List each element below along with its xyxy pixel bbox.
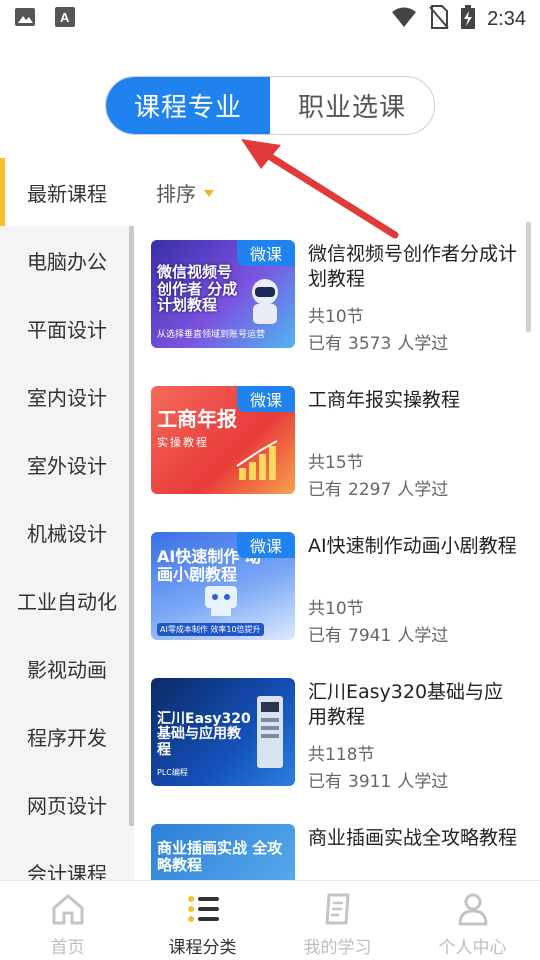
sort-dropdown[interactable]: 排序 <box>156 178 214 207</box>
course-item[interactable]: 工商年报 实操教程 微课 工商年报实操教程 共15节 已有 2297 人学过 <box>151 386 521 500</box>
course-title: 汇川Easy320基础与应用教程 <box>308 681 504 728</box>
thumbnail-title: 汇川Easy320 基础与应用教程 <box>157 711 251 758</box>
course-lessons: 共118节 <box>308 745 375 765</box>
status-bar: A 2:34 <box>0 0 540 36</box>
course-students: 已有 3911 人学过 <box>308 772 449 792</box>
bottom-tab-bar: 首页 课程分类 我的学习 个人中心 <box>0 880 540 960</box>
study-book-icon <box>325 893 349 925</box>
font-app-notification-icon: A <box>54 6 76 32</box>
wifi-icon <box>391 6 417 32</box>
sidebar-item-mechanical-design[interactable]: 机械设计 <box>0 498 134 566</box>
sidebar-item-latest[interactable]: 最新课程 <box>0 158 134 226</box>
course-lessons: 共10节 <box>308 599 364 619</box>
sidebar-item-label: 平面设计 <box>27 317 107 342</box>
thumbnail-subtitle: 实操教程 <box>157 436 209 449</box>
status-time: 2:34 <box>487 7 526 30</box>
course-lessons: 共15节 <box>308 453 364 473</box>
tab-label: 首页 <box>50 938 85 958</box>
sidebar-item-label: 工业自动化 <box>17 589 117 614</box>
course-thumbnail[interactable]: 汇川Easy320 基础与应用教程 PLC编程 <box>151 678 295 786</box>
thumbnail-subtitle: 从选择垂直领域到账号运营 <box>157 330 266 340</box>
thumbnail-title: 微信视频号 创作者 分成计划教程 <box>157 263 238 314</box>
person-icon <box>458 893 487 926</box>
course-students: 已有 2297 人学过 <box>308 480 449 500</box>
sidebar-item-label: 最新课程 <box>27 181 107 206</box>
sidebar-item-label: 程序开发 <box>27 725 107 750</box>
micro-course-badge: 微课 <box>237 386 295 412</box>
course-item[interactable]: 微信视频号 创作者 分成计划教程 从选择垂直领域到账号运营 微课 微信视频号创作… <box>151 240 521 354</box>
micro-course-badge: 微课 <box>237 532 295 558</box>
course-thumbnail[interactable]: 微信视频号 创作者 分成计划教程 从选择垂直领域到账号运营 微课 <box>151 240 295 348</box>
course-students: 已有 7941 人学过 <box>308 626 449 646</box>
course-title: 工商年报实操教程 <box>308 389 461 411</box>
app-screen: A 2:34 课程专业 职业选课 最新课程 电脑办公 平面设计 室内设计 室外设… <box>0 0 540 960</box>
svg-text:A: A <box>60 10 70 25</box>
tab-course-major[interactable]: 课程专业 <box>106 77 270 134</box>
course-thumbnail[interactable]: AI快速制作 动画小剧教程 AI零成本制作 效率10倍提升 微课 <box>151 532 295 640</box>
sidebar-item-industrial-automation[interactable]: 工业自动化 <box>0 566 134 634</box>
sidebar-item-label: 机械设计 <box>27 521 107 546</box>
thumbnail-subtitle: PLC编程 <box>157 768 188 777</box>
thumbnail-title: 商业插画实战 全攻略教程 <box>157 839 283 874</box>
home-icon <box>52 894 83 925</box>
course-mode-toggle: 课程专业 职业选课 <box>105 76 435 135</box>
course-title: 商业插画实战全攻略教程 <box>308 827 518 849</box>
sidebar-item-label: 电脑办公 <box>27 249 107 274</box>
category-sidebar: 最新课程 电脑办公 平面设计 室内设计 室外设计 机械设计 工业自动化 影视动画… <box>0 158 134 880</box>
course-students: 已有 3573 人学过 <box>308 334 449 354</box>
tab-home[interactable]: 首页 <box>0 881 135 960</box>
sidebar-item-animation[interactable]: 影视动画 <box>0 634 134 702</box>
course-thumbnail[interactable]: 工商年报 实操教程 微课 <box>151 386 295 494</box>
plc-device-icon <box>257 696 283 768</box>
sidebar-item-accounting[interactable]: 会计课程 <box>0 838 134 881</box>
sort-label: 排序 <box>156 182 196 206</box>
course-item[interactable]: 商业插画实战 全攻略教程 商业插画实战全攻略教程 <box>151 824 521 880</box>
course-title: AI快速制作动画小剧教程 <box>308 535 517 557</box>
course-list-scrollbar[interactable] <box>526 222 531 332</box>
tab-label: 我的学习 <box>303 938 372 958</box>
tab-profile[interactable]: 个人中心 <box>405 881 540 960</box>
sidebar-item-label: 网页设计 <box>27 793 107 818</box>
growth-chart-icon <box>236 440 278 480</box>
sidebar-item-office[interactable]: 电脑办公 <box>0 226 134 294</box>
battery-charging-icon <box>461 5 476 33</box>
thumbnail-subtitle: AI零成本制作 效率10倍提升 <box>157 623 264 636</box>
course-title: 微信视频号创作者分成计划教程 <box>308 243 518 290</box>
image-notification-icon <box>14 6 36 32</box>
caret-down-icon <box>204 190 214 197</box>
sidebar-item-label: 室外设计 <box>27 453 107 478</box>
sidebar-item-graphic-design[interactable]: 平面设计 <box>0 294 134 362</box>
no-sim-icon <box>429 5 449 33</box>
micro-course-badge: 微课 <box>237 240 295 266</box>
category-list-icon <box>187 896 219 922</box>
sidebar-item-exterior-design[interactable]: 室外设计 <box>0 430 134 498</box>
course-item[interactable]: 汇川Easy320 基础与应用教程 PLC编程 汇川Easy320基础与应用教程… <box>151 678 521 792</box>
tab-career-course[interactable]: 职业选课 <box>270 77 434 134</box>
sidebar-item-label: 影视动画 <box>27 657 107 682</box>
tab-my-study[interactable]: 我的学习 <box>270 881 405 960</box>
sidebar-item-programming[interactable]: 程序开发 <box>0 702 134 770</box>
course-list-panel: 排序 微信视频号 创作者 分成计划教程 从选择垂直领域到账号运营 微课 微信视频… <box>134 158 540 880</box>
astronaut-illustration-icon <box>252 279 278 324</box>
course-thumbnail[interactable]: 商业插画实战 全攻略教程 <box>151 824 295 880</box>
sidebar-item-label: 会计课程 <box>27 861 107 881</box>
sidebar-item-interior-design[interactable]: 室内设计 <box>0 362 134 430</box>
sidebar-item-web-design[interactable]: 网页设计 <box>0 770 134 838</box>
course-lessons: 共10节 <box>308 307 364 327</box>
sidebar-item-label: 室内设计 <box>27 385 107 410</box>
tab-label: 课程分类 <box>168 938 237 958</box>
tab-course-category[interactable]: 课程分类 <box>135 881 270 960</box>
tab-label: 个人中心 <box>438 938 507 958</box>
robot-illustration-icon <box>205 586 237 616</box>
course-item[interactable]: AI快速制作 动画小剧教程 AI零成本制作 效率10倍提升 微课 AI快速制作动… <box>151 532 521 646</box>
